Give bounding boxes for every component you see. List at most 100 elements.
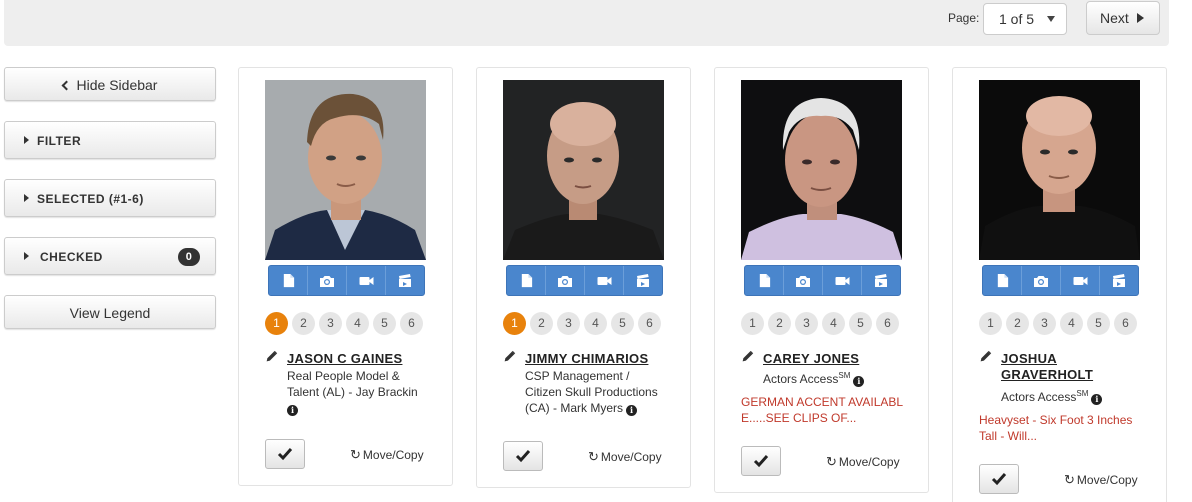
- talent-card: 1 2 3 4 5 6 JIMMY CHIMARIOS CSP Manageme…: [476, 67, 691, 488]
- document-icon: [995, 273, 1010, 288]
- select-number-5[interactable]: 5: [1087, 312, 1110, 335]
- camera-icon: [1033, 273, 1049, 289]
- pencil-icon[interactable]: [741, 350, 754, 363]
- headshot-photo[interactable]: [741, 80, 902, 260]
- view-legend-button[interactable]: View Legend: [4, 295, 216, 329]
- check-button[interactable]: [503, 441, 543, 471]
- talent-name[interactable]: JASON C GAINES: [287, 351, 402, 367]
- agency-line: CSP Management /: [525, 369, 630, 383]
- select-number-3[interactable]: 3: [557, 312, 580, 335]
- talent-note: GERMAN ACCENT AVAILABL E.....SEE CLIPS O…: [741, 394, 911, 426]
- note-line: Tall - Will...: [979, 429, 1037, 443]
- pagination-bar: Page: 1 of 5 Next: [4, 0, 1169, 46]
- clips-button[interactable]: [862, 266, 900, 295]
- agency-line: Talent (AL) - Jay Brackin: [287, 385, 418, 399]
- move-copy-label: Move/Copy: [600, 450, 662, 464]
- talent-card: 1 2 3 4 5 6 JASON C GAINES Real People M…: [238, 67, 453, 486]
- select-number-6[interactable]: 6: [876, 312, 899, 335]
- talent-note: Heavyset - Six Foot 3 Inches Tall - Will…: [979, 412, 1149, 444]
- clapperboard-icon: [635, 273, 651, 289]
- move-copy-label: Move/Copy: [362, 448, 424, 462]
- selected-panel-toggle[interactable]: SELECTED (#1-6): [4, 179, 216, 217]
- resume-button[interactable]: [745, 266, 784, 295]
- select-number-1[interactable]: 1: [741, 312, 764, 335]
- check-button[interactable]: [979, 464, 1019, 494]
- check-button[interactable]: [741, 446, 781, 476]
- refresh-icon: ↻: [826, 454, 837, 469]
- select-number-5[interactable]: 5: [611, 312, 634, 335]
- video-button[interactable]: [347, 266, 386, 295]
- select-number-4[interactable]: 4: [822, 312, 845, 335]
- select-number-2[interactable]: 2: [768, 312, 791, 335]
- talent-card: 1 2 3 4 5 6 JOSHUA GRAVERHOLT Actors Acc…: [952, 67, 1167, 502]
- checkmark-icon: [991, 471, 1007, 487]
- move-copy-link[interactable]: ↻ Move/Copy: [350, 447, 424, 463]
- select-number-1[interactable]: 1: [265, 312, 288, 335]
- video-button[interactable]: [823, 266, 862, 295]
- video-button[interactable]: [585, 266, 624, 295]
- clips-button[interactable]: [624, 266, 662, 295]
- hide-sidebar-button[interactable]: Hide Sidebar: [4, 67, 216, 101]
- info-icon[interactable]: i: [287, 405, 298, 416]
- photos-button[interactable]: [784, 266, 823, 295]
- clips-button[interactable]: [386, 266, 424, 295]
- talent-name[interactable]: JIMMY CHIMARIOS: [525, 351, 648, 367]
- info-icon[interactable]: i: [1091, 394, 1103, 405]
- select-number-2[interactable]: 2: [1006, 312, 1029, 335]
- talent-name[interactable]: CAREY JONES: [763, 351, 859, 367]
- resume-button[interactable]: [269, 266, 308, 295]
- talent-card: 1 2 3 4 5 6 CAREY JONES Actors AccessSMi…: [714, 67, 929, 493]
- next-page-button[interactable]: Next: [1086, 1, 1160, 35]
- agency-info: Actors AccessSMi: [763, 368, 865, 387]
- select-number-2[interactable]: 2: [530, 312, 553, 335]
- photos-button[interactable]: [546, 266, 585, 295]
- move-copy-link[interactable]: ↻ Move/Copy: [1064, 472, 1138, 488]
- video-button[interactable]: [1061, 266, 1100, 295]
- resume-button[interactable]: [983, 266, 1022, 295]
- clips-button[interactable]: [1100, 266, 1138, 295]
- filter-label: FILTER: [37, 134, 82, 148]
- select-number-1[interactable]: 1: [503, 312, 526, 335]
- move-copy-link[interactable]: ↻ Move/Copy: [826, 454, 900, 470]
- select-number-5[interactable]: 5: [849, 312, 872, 335]
- select-number-3[interactable]: 3: [1033, 312, 1056, 335]
- select-number-3[interactable]: 3: [319, 312, 342, 335]
- select-number-6[interactable]: 6: [400, 312, 423, 335]
- filter-panel-toggle[interactable]: FILTER: [4, 121, 216, 159]
- select-number-4[interactable]: 4: [584, 312, 607, 335]
- headshot-photo[interactable]: [979, 80, 1140, 260]
- select-number-6[interactable]: 6: [638, 312, 661, 335]
- headshot-photo[interactable]: [503, 80, 664, 260]
- clapperboard-icon: [397, 273, 413, 289]
- select-number-2[interactable]: 2: [292, 312, 315, 335]
- info-icon[interactable]: i: [853, 376, 865, 387]
- video-icon: [596, 273, 613, 289]
- camera-icon: [795, 273, 811, 289]
- checked-panel-toggle[interactable]: CHECKED 0: [4, 237, 216, 275]
- chevron-left-icon: [61, 80, 71, 91]
- checked-count-badge: 0: [178, 248, 200, 266]
- select-number-4[interactable]: 4: [1060, 312, 1083, 335]
- photos-button[interactable]: [308, 266, 347, 295]
- select-number-4[interactable]: 4: [346, 312, 369, 335]
- refresh-icon: ↻: [350, 447, 361, 462]
- select-number-1[interactable]: 1: [979, 312, 1002, 335]
- pencil-icon[interactable]: [265, 350, 278, 363]
- talent-name[interactable]: JOSHUA GRAVERHOLT: [1001, 351, 1093, 383]
- view-legend-label: View Legend: [69, 305, 151, 321]
- pencil-icon[interactable]: [503, 350, 516, 363]
- info-icon[interactable]: i: [626, 405, 637, 416]
- agency-line: Actors Access: [1001, 390, 1077, 404]
- select-number-3[interactable]: 3: [795, 312, 818, 335]
- check-button[interactable]: [265, 439, 305, 469]
- photos-button[interactable]: [1022, 266, 1061, 295]
- refresh-icon: ↻: [588, 449, 599, 464]
- move-copy-link[interactable]: ↻ Move/Copy: [588, 449, 662, 465]
- page-label: Page:: [948, 11, 980, 25]
- select-number-5[interactable]: 5: [373, 312, 396, 335]
- headshot-photo[interactable]: [265, 80, 426, 260]
- resume-button[interactable]: [507, 266, 546, 295]
- select-number-6[interactable]: 6: [1114, 312, 1137, 335]
- pencil-icon[interactable]: [979, 350, 992, 363]
- page-select[interactable]: 1 of 5: [983, 3, 1067, 35]
